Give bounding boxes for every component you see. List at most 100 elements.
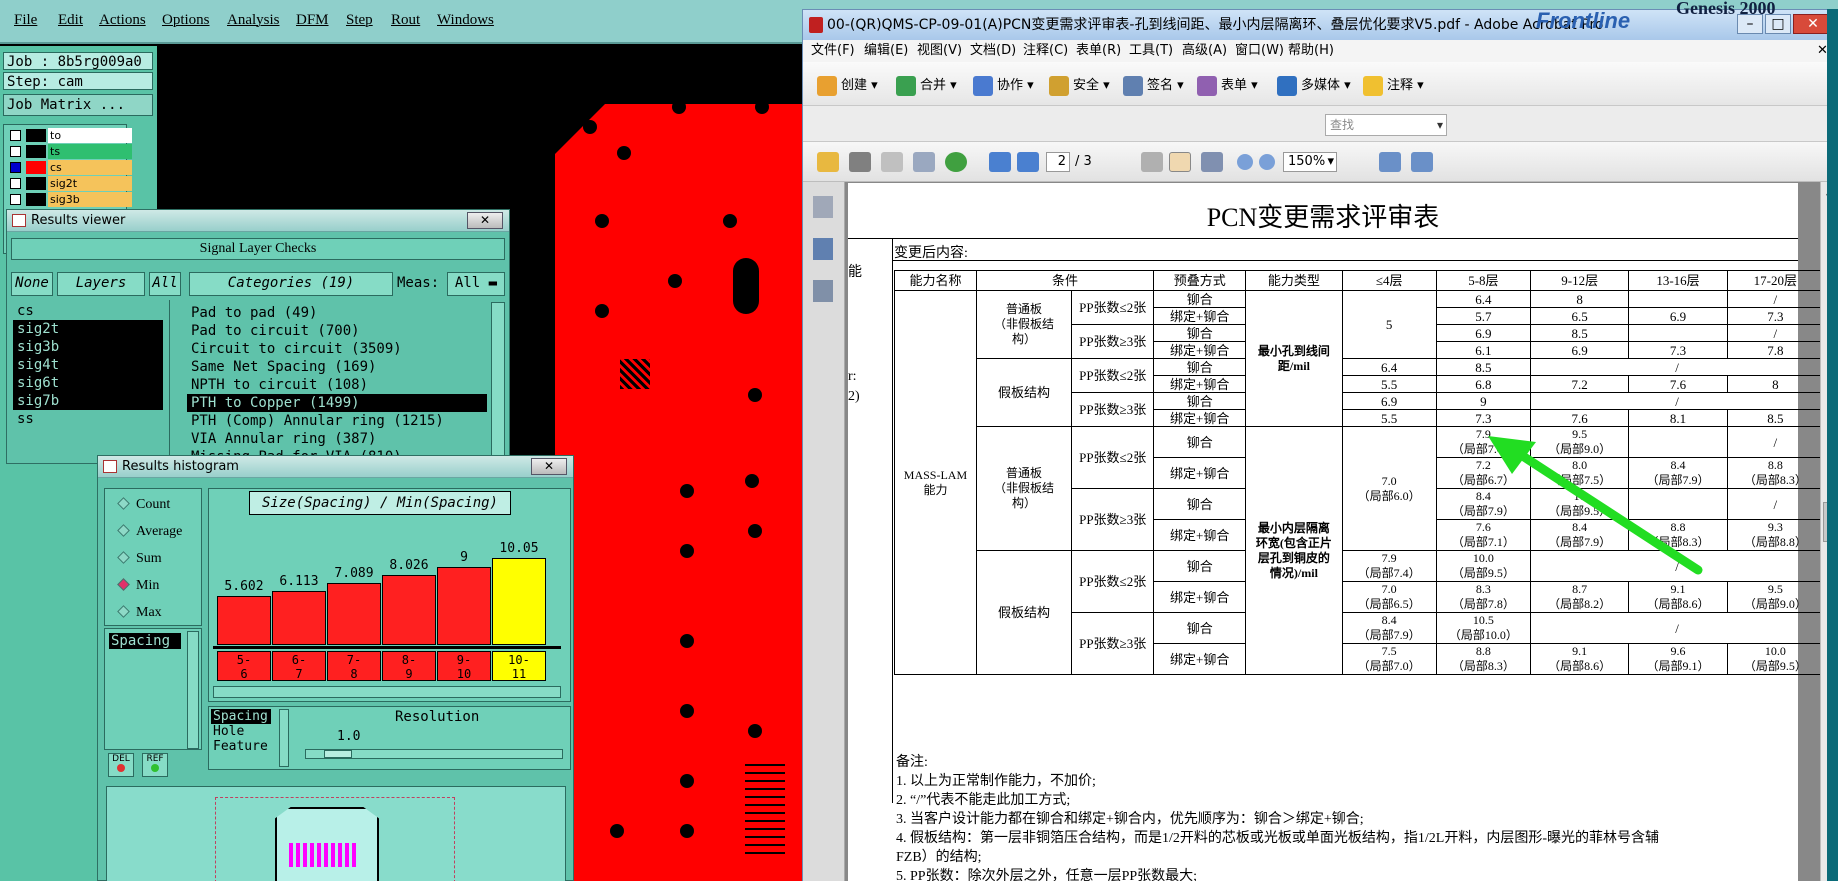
menu-step[interactable]: Step (346, 12, 373, 29)
page-down-icon[interactable] (1017, 152, 1039, 172)
list-item[interactable]: Feature (211, 739, 271, 754)
menu-help[interactable]: 帮助(H) (1288, 40, 1334, 62)
radio-average[interactable]: Average (117, 524, 182, 540)
list-item[interactable]: ss (13, 410, 163, 428)
feature-scrollbar[interactable] (279, 709, 289, 767)
menu-file[interactable]: 文件(F) (811, 40, 855, 62)
feature-list[interactable]: Spacing Hole Feature (211, 709, 271, 754)
none-button[interactable]: None (11, 272, 53, 296)
list-item[interactable]: cs (13, 302, 163, 320)
menu-forms[interactable]: 表单(R) (1076, 40, 1121, 62)
list-item[interactable]: Hole (211, 724, 271, 739)
open-folder-icon[interactable] (817, 152, 839, 172)
layer-row[interactable]: sig3b (10, 192, 132, 207)
layers-button[interactable]: Layers (57, 272, 145, 296)
menu-window[interactable]: 窗口(W) (1235, 40, 1284, 62)
category-list[interactable]: Pad to pad (49) Pad to circuit (700) Cir… (187, 304, 487, 466)
list-item[interactable]: PTH (Comp) Annular ring (1215) (187, 412, 487, 430)
zoom-input[interactable]: 150% ▾ (1283, 152, 1337, 172)
layer-checkbox[interactable] (10, 194, 21, 205)
menu-options[interactable]: Options (162, 12, 210, 29)
page-up-icon[interactable] (989, 152, 1011, 172)
sign-button[interactable]: 签名 ▾ (1123, 74, 1184, 96)
save-icon[interactable] (881, 152, 903, 172)
histogram-titlebar[interactable]: Results histogram ✕ (98, 456, 573, 478)
menu-document[interactable]: 文档(D) (970, 40, 1016, 62)
layer-row[interactable]: sig2t (10, 176, 132, 191)
list-item[interactable]: sig7b (13, 392, 163, 410)
comment-button[interactable]: 注释 ▾ (1363, 74, 1424, 96)
list-item[interactable]: sig3b (13, 338, 163, 356)
email-icon[interactable] (913, 152, 935, 172)
multimedia-button[interactable]: 多媒体 ▾ (1277, 74, 1351, 96)
categories-button[interactable]: Categories (19) (189, 272, 393, 296)
print-icon[interactable] (849, 152, 871, 172)
del-button[interactable]: DEL (108, 753, 134, 777)
fit-page-icon[interactable] (1379, 152, 1401, 172)
menu-file[interactable]: File (14, 12, 37, 29)
close-icon[interactable]: ✕ (531, 458, 567, 475)
radio-max[interactable]: Max (117, 605, 162, 621)
fit-width-icon[interactable] (1411, 152, 1433, 172)
collaborate-button[interactable]: 协作 ▾ (973, 74, 1034, 96)
bin-label[interactable]: 10- 11 (492, 651, 546, 681)
layer-list[interactable]: cs sig2t sig3b sig4t sig6t sig7b ss (13, 302, 163, 428)
combine-button[interactable]: 合并 ▾ (896, 74, 957, 96)
pages-icon[interactable] (813, 196, 833, 218)
attachments-icon[interactable] (813, 280, 833, 302)
all-button[interactable]: All (149, 272, 181, 296)
job-matrix-button[interactable]: Job Matrix ... (3, 94, 153, 116)
share-icon[interactable] (945, 152, 967, 172)
bin-label[interactable]: 8- 9 (382, 651, 436, 681)
menu-dfm[interactable]: DFM (296, 12, 329, 29)
menu-advanced[interactable]: 高级(A) (1182, 40, 1227, 62)
bin-label[interactable]: 5- 6 (217, 651, 271, 681)
list-item[interactable]: Spacing (211, 709, 271, 724)
find-input[interactable]: 查找 ▾ (1325, 114, 1447, 136)
menu-windows[interactable]: Windows (437, 12, 494, 29)
meas-item-spacing[interactable]: Spacing (109, 633, 181, 649)
menu-rout[interactable]: Rout (391, 12, 420, 29)
pcb-board-view[interactable] (555, 100, 805, 881)
zoom-out-icon[interactable] (1237, 154, 1253, 170)
secure-button[interactable]: 安全 ▾ (1049, 74, 1110, 96)
menu-edit[interactable]: 编辑(E) (864, 40, 908, 62)
menu-actions[interactable]: Actions (99, 12, 146, 29)
results-viewer-titlebar[interactable]: Results viewer ✕ (7, 210, 509, 232)
menu-comments[interactable]: 注释(C) (1023, 40, 1068, 62)
bin-label[interactable]: 9- 10 (437, 651, 491, 681)
create-button[interactable]: 创建 ▾ (817, 74, 878, 96)
list-item[interactable]: Circuit to circuit (3509) (187, 340, 487, 358)
list-item[interactable]: Pad to pad (49) (187, 304, 487, 322)
menu-tools[interactable]: 工具(T) (1129, 40, 1173, 62)
radio-count[interactable]: Count (117, 497, 170, 513)
histogram-bar[interactable] (382, 575, 436, 645)
bin-label[interactable]: 7- 8 (327, 651, 381, 681)
layer-row[interactable]: ts (10, 144, 132, 159)
list-item[interactable]: NPTH to circuit (108) (187, 376, 487, 394)
list-item[interactable]: VIA Annular ring (387) (187, 430, 487, 448)
page-number-input[interactable]: 2 (1046, 152, 1070, 172)
radio-min[interactable]: Min (117, 578, 159, 594)
list-item[interactable]: PTH to Copper (1499) (187, 394, 487, 412)
chart-hscrollbar[interactable] (213, 686, 561, 698)
menu-view[interactable]: 视图(V) (917, 40, 962, 62)
histogram-bar[interactable] (217, 596, 271, 645)
ref-button[interactable]: REF (142, 753, 168, 777)
meas-dropdown[interactable]: All ▬ (447, 272, 505, 296)
radio-sum[interactable]: Sum (117, 551, 162, 567)
histogram-bar[interactable] (437, 567, 491, 645)
menu-edit[interactable]: Edit (58, 12, 83, 29)
layer-row[interactable]: to (10, 128, 132, 143)
forms-button[interactable]: 表单 ▾ (1197, 74, 1258, 96)
list-item[interactable]: Pad to circuit (700) (187, 322, 487, 340)
histogram-bar[interactable] (492, 558, 546, 645)
histogram-bar[interactable] (327, 583, 381, 645)
bin-label[interactable]: 6- 7 (272, 651, 326, 681)
layer-checkbox[interactable] (10, 130, 21, 141)
bookmarks-icon[interactable] (813, 238, 833, 260)
list-item[interactable]: Same Net Spacing (169) (187, 358, 487, 376)
layer-checkbox[interactable] (10, 178, 21, 189)
layer-row[interactable]: cs (10, 160, 132, 175)
layer-checkbox[interactable] (10, 146, 21, 157)
